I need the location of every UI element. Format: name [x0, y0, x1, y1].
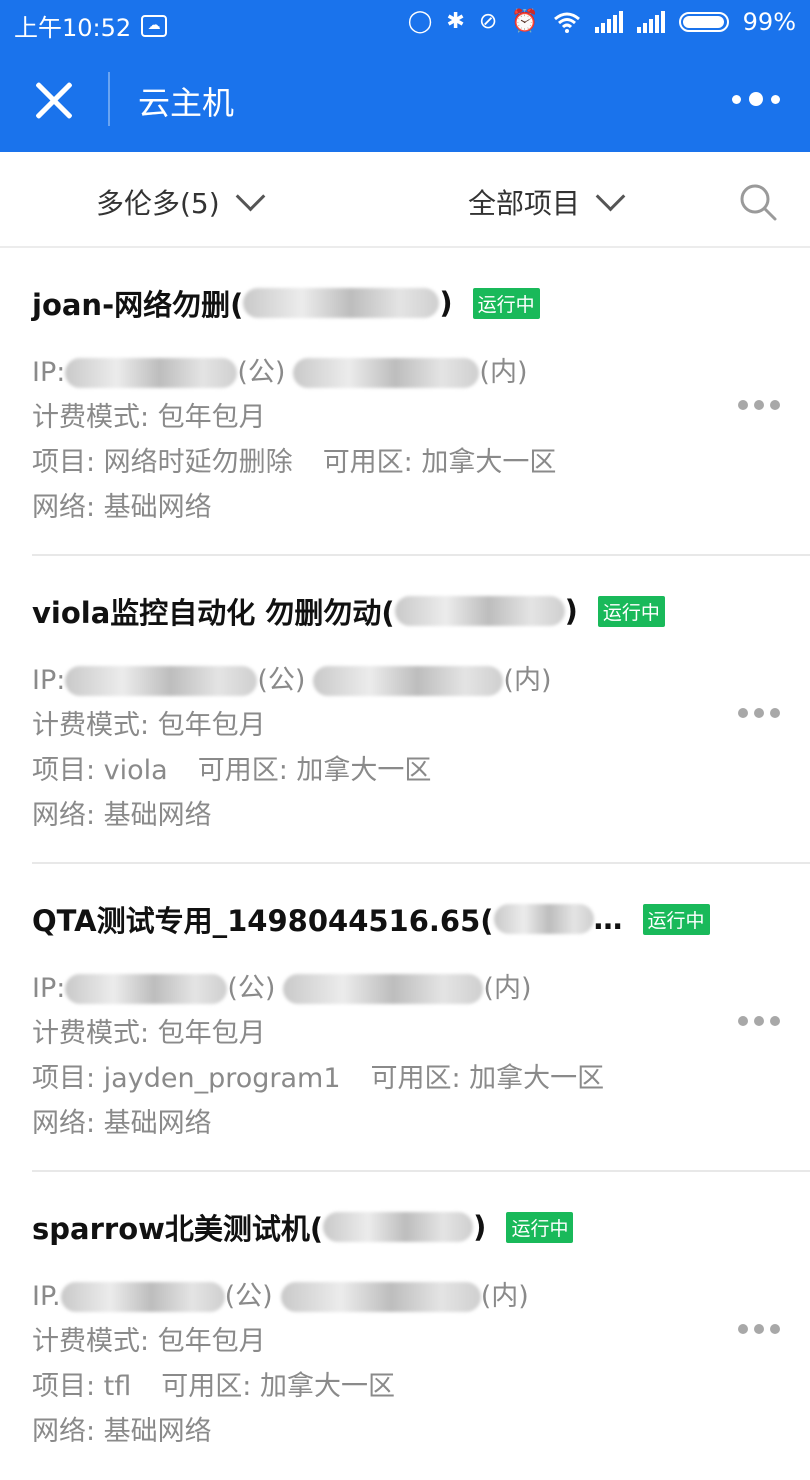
clock: 上午10:52 [14, 14, 132, 42]
redacted-id [493, 904, 594, 934]
list-item[interactable]: joan-网络勿删( ) 运行中 IP: (公) (内) 计费模式: 包年包月 … [32, 248, 810, 556]
instance-title: joan-网络勿删( ) 运行中 [32, 282, 540, 324]
redacted-public-ip [65, 665, 258, 696]
instance-name: joan-网络勿删( [32, 288, 244, 322]
redacted-private-ip [280, 1281, 481, 1312]
billing-mode: 计费模式: 包年包月 [32, 402, 266, 433]
private-tag: (内) [479, 357, 528, 388]
region-filter[interactable]: 多伦多(5) [96, 181, 266, 222]
public-tag: (公) [227, 973, 276, 1004]
sync-icon: ◯ [407, 9, 433, 34]
close-icon[interactable] [34, 80, 74, 120]
instance-name: QTA测试专用_1498044516.65( [32, 904, 494, 938]
zone-field: 可用区: 加拿大一区 [161, 1371, 395, 1402]
instance-name: viola监控自动化 勿删勿动( [32, 596, 395, 630]
instance-title: sparrow北美测试机( ) 运行中 [32, 1206, 574, 1248]
alarm-icon: ⏰ [511, 9, 539, 34]
battery-percent: 99% [742, 8, 796, 36]
region-filter-label: 多伦多(5) [96, 187, 220, 220]
instance-name-suffix: … [593, 902, 623, 936]
project-field: 项目: viola [32, 755, 168, 786]
network-field: 网络: 基础网络 [32, 1108, 212, 1139]
wifi-icon [553, 12, 580, 33]
list-item[interactable]: viola监控自动化 勿删勿动( ) 运行中 IP: (公) (内) 计费模式:… [32, 556, 810, 864]
more-icon[interactable] [738, 1016, 780, 1026]
network-field: 网络: 基础网络 [32, 492, 212, 523]
redacted-id [323, 1212, 474, 1242]
status-badge: 运行中 [472, 287, 540, 319]
more-icon[interactable] [738, 708, 780, 718]
cloud-icon: ☁ [141, 14, 168, 37]
app-bar: 云主机 [0, 46, 810, 152]
redacted-private-ip [313, 665, 504, 696]
signal-icon [636, 11, 665, 33]
private-tag: (内) [483, 973, 532, 1004]
project-field: 项目: 网络时延勿删除 [32, 447, 293, 478]
instance-info: IP: (公) (内) 计费模式: 包年包月 项目: 网络时延勿删除 可用区: … [32, 350, 556, 530]
project-field: 项目: tfl [32, 1371, 132, 1402]
ip-label: IP. [32, 1281, 61, 1312]
public-tag: (公) [257, 665, 306, 696]
page-title: 云主机 [138, 84, 235, 122]
status-badge: 运行中 [642, 903, 710, 935]
status-badge: 运行中 [597, 595, 665, 627]
list-item[interactable]: QTA测试专用_1498044516.65( … 运行中 IP: (公) (内)… [32, 864, 810, 1172]
zone-field: 可用区: 加拿大一区 [197, 755, 432, 786]
zone-field: 可用区: 加拿大一区 [370, 1063, 605, 1094]
divider [108, 72, 110, 126]
instance-name-suffix: ) [439, 286, 453, 320]
billing-mode: 计费模式: 包年包月 [32, 1018, 266, 1049]
network-field: 网络: 基础网络 [32, 800, 212, 831]
public-tag: (公) [237, 357, 286, 388]
redacted-id [243, 288, 440, 318]
project-field: 项目: jayden_program1 [32, 1063, 341, 1094]
more-icon[interactable] [738, 400, 780, 410]
search-icon[interactable] [738, 182, 778, 222]
signal-icon [594, 11, 623, 33]
project-filter-label: 全部项目 [468, 187, 581, 220]
battery-icon [678, 12, 729, 32]
redacted-id [394, 596, 565, 626]
status-bar: 上午10:52 ☁ ◯ ✱ ⊘ ⏰ 99% [0, 0, 810, 46]
billing-mode: 计费模式: 包年包月 [32, 1326, 266, 1357]
status-badge: 运行中 [506, 1211, 574, 1243]
private-tag: (内) [503, 665, 552, 696]
filter-bar: 多伦多(5) 全部项目 [0, 152, 810, 248]
redacted-public-ip [65, 357, 238, 388]
instance-info: IP: (公) (内) 计费模式: 包年包月 项目: viola 可用区: 加拿… [32, 658, 552, 838]
list-item[interactable]: sparrow北美测试机( ) 运行中 IP. (公) (内) 计费模式: 包年… [32, 1172, 810, 1480]
ip-label: IP: [32, 665, 66, 696]
instance-name-suffix: ) [564, 594, 578, 628]
instance-name: sparrow北美测试机( [32, 1212, 324, 1246]
more-icon[interactable] [738, 1324, 780, 1334]
instance-title: QTA测试专用_1498044516.65( … 运行中 [32, 898, 710, 940]
zone-field: 可用区: 加拿大一区 [322, 447, 557, 478]
redacted-private-ip [293, 357, 480, 388]
redacted-private-ip [283, 973, 484, 1004]
redacted-public-ip [65, 973, 228, 1004]
ip-label: IP: [32, 973, 66, 1004]
instance-title: viola监控自动化 勿删勿动( ) 运行中 [32, 590, 665, 632]
bluetooth-icon: ✱ [446, 9, 465, 34]
instance-info: IP. (公) (内) 计费模式: 包年包月 项目: tfl 可用区: 加拿大一… [32, 1274, 529, 1454]
billing-mode: 计费模式: 包年包月 [32, 710, 266, 741]
chevron-down-icon [595, 181, 626, 211]
redacted-public-ip [60, 1281, 225, 1312]
instance-info: IP: (公) (内) 计费模式: 包年包月 项目: jayden_progra… [32, 966, 604, 1146]
private-tag: (内) [480, 1281, 529, 1312]
ip-label: IP: [32, 357, 66, 388]
public-tag: (公) [224, 1281, 273, 1312]
network-field: 网络: 基础网络 [32, 1416, 212, 1447]
chevron-down-icon [235, 181, 266, 211]
instance-list: joan-网络勿删( ) 运行中 IP: (公) (内) 计费模式: 包年包月 … [0, 248, 810, 1480]
more-options-button[interactable] [732, 92, 780, 106]
instance-name-suffix: ) [473, 1210, 487, 1244]
project-filter[interactable]: 全部项目 [468, 181, 626, 222]
vibrate-off-icon: ⊘ [478, 9, 498, 34]
